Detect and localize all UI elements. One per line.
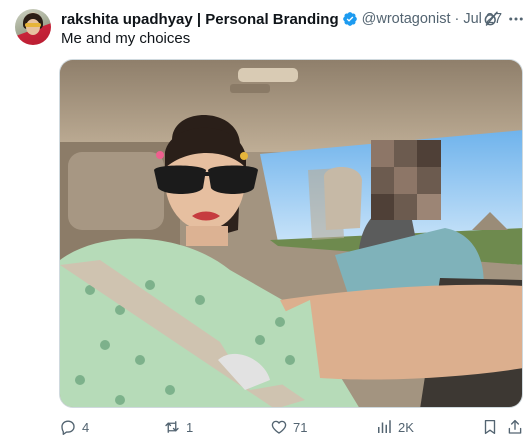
- repost-icon: [165, 421, 179, 433]
- verified-badge-icon[interactable]: [342, 11, 358, 27]
- reply-icon: [61, 420, 75, 435]
- car-selfie-image: [60, 60, 522, 407]
- avatar-face: [26, 19, 40, 35]
- avatar[interactable]: [15, 9, 51, 45]
- avatar-sunglasses: [25, 23, 41, 27]
- bookmark-button[interactable]: [481, 416, 499, 438]
- tweet-photo[interactable]: [59, 59, 523, 408]
- reply-count: 4: [82, 419, 90, 435]
- repost-button[interactable]: 1: [163, 416, 193, 438]
- author-display-name[interactable]: rakshita upadhyay | Personal Branding: [61, 11, 339, 28]
- like-button[interactable]: 71: [270, 416, 307, 438]
- views-count: 2K: [398, 419, 414, 435]
- views-button[interactable]: 2K: [375, 416, 414, 438]
- repost-count: 1: [186, 419, 194, 435]
- bookmark-icon: [484, 419, 496, 435]
- tweet-header: rakshita upadhyay | Personal Branding @w…: [61, 9, 502, 29]
- separator-dot: ·: [454, 11, 460, 27]
- more-icon[interactable]: [507, 10, 525, 28]
- action-bar: 4 1 71 2K: [59, 416, 523, 438]
- like-count: 71: [293, 419, 308, 435]
- tweet[interactable]: rakshita upadhyay | Personal Branding @w…: [0, 0, 531, 444]
- tweet-text: Me and my choices: [61, 30, 191, 47]
- reply-button[interactable]: 4: [59, 416, 89, 438]
- share-button[interactable]: [506, 416, 524, 438]
- share-icon: [508, 419, 522, 434]
- author-handle[interactable]: @wrotagonist: [362, 11, 451, 27]
- views-icon: [378, 420, 391, 433]
- grok-icon[interactable]: [482, 10, 500, 28]
- heart-icon: [271, 420, 287, 434]
